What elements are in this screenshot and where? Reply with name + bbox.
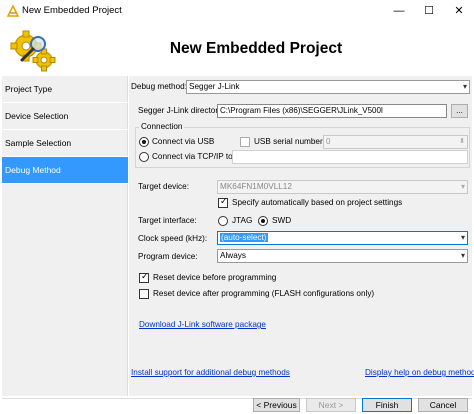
specify-auto-label: Specify automatically based on project s… [232, 198, 403, 207]
usb-serial-input[interactable]: 0 ⬍ [323, 135, 468, 149]
close-button[interactable]: ✕ [444, 0, 474, 22]
jtag-label: JTAG [232, 216, 253, 225]
connect-usb-label: Connect via USB [152, 137, 215, 146]
browse-button[interactable]: ... [451, 104, 468, 118]
specify-auto-checkbox[interactable] [218, 197, 228, 208]
app-icon [6, 4, 20, 17]
usb-serial-label: USB serial number: [254, 137, 325, 146]
debug-method-select[interactable]: Segger J-Link ▾ [186, 80, 470, 94]
spinner-icon: ⬍ [459, 138, 465, 145]
chevron-down-icon: ▾ [460, 233, 465, 242]
chevron-down-icon: ▾ [462, 82, 467, 91]
connect-tcp-label: Connect via TCP/IP to: [152, 152, 235, 161]
minimize-button[interactable]: — [384, 0, 414, 22]
clock-speed-value: (auto-select) [220, 233, 268, 242]
reset-after-label: Reset device after programming (FLASH co… [153, 289, 375, 298]
reset-before-checkbox[interactable] [139, 272, 149, 283]
tcp-address-input[interactable] [232, 150, 468, 164]
jlink-directory-input[interactable]: C:\Program Files (x86)\SEGGER\JLink_V500… [217, 104, 447, 118]
window-title: New Embedded Project [22, 5, 122, 16]
connect-usb-radio[interactable] [139, 137, 149, 147]
chevron-down-icon: ▾ [460, 182, 465, 191]
clock-speed-combobox[interactable]: (auto-select) ▾ [217, 231, 468, 245]
sidebar-item-sample-selection[interactable]: Sample Selection [2, 130, 128, 157]
swd-radio[interactable] [258, 216, 268, 226]
reset-before-label: Reset device before programming [153, 273, 277, 282]
program-device-select[interactable]: Always ▾ [217, 249, 468, 263]
program-device-value: Always [220, 251, 246, 260]
previous-button[interactable]: < Previous [253, 398, 300, 412]
jlink-directory-label: Segger J-Link directory: [138, 106, 225, 115]
target-device-label: Target device: [138, 182, 189, 191]
connect-tcp-radio[interactable] [139, 152, 149, 162]
display-help-link[interactable]: Display help on debug methods [365, 368, 474, 377]
chevron-down-icon: ▾ [460, 251, 465, 260]
target-device-select[interactable]: MK64FN1M0VLL12 ▾ [217, 180, 468, 194]
page-heading: New Embedded Project [169, 40, 343, 57]
sidebar-item-device-selection[interactable]: Device Selection [2, 103, 128, 130]
next-button[interactable]: Next > [306, 398, 356, 412]
debug-method-label: Debug method: [131, 82, 187, 91]
connection-group-title: Connection [139, 122, 185, 131]
reset-after-checkbox[interactable] [139, 289, 149, 299]
program-device-label: Program device: [138, 252, 198, 261]
finish-button[interactable]: Finish [362, 398, 412, 412]
install-support-link[interactable]: Install support for additional debug met… [131, 368, 290, 377]
jtag-radio[interactable] [218, 216, 228, 226]
sidebar-item-project-type[interactable]: Project Type [2, 76, 128, 103]
debug-method-value: Segger J-Link [189, 82, 240, 91]
target-interface-label: Target interface: [138, 216, 197, 225]
clock-speed-label: Clock speed (kHz): [138, 234, 208, 243]
cancel-button[interactable]: Cancel [418, 398, 468, 412]
maximize-button[interactable]: ☐ [414, 0, 444, 22]
usb-serial-checkbox[interactable] [240, 137, 250, 147]
usb-serial-value: 0 [326, 137, 331, 146]
swd-label: SWD [272, 216, 292, 225]
download-jlink-link[interactable]: Download J-Link software package [139, 320, 266, 329]
target-device-value: MK64FN1M0VLL12 [220, 182, 292, 191]
sidebar-item-debug-method[interactable]: Debug Method [2, 157, 128, 184]
